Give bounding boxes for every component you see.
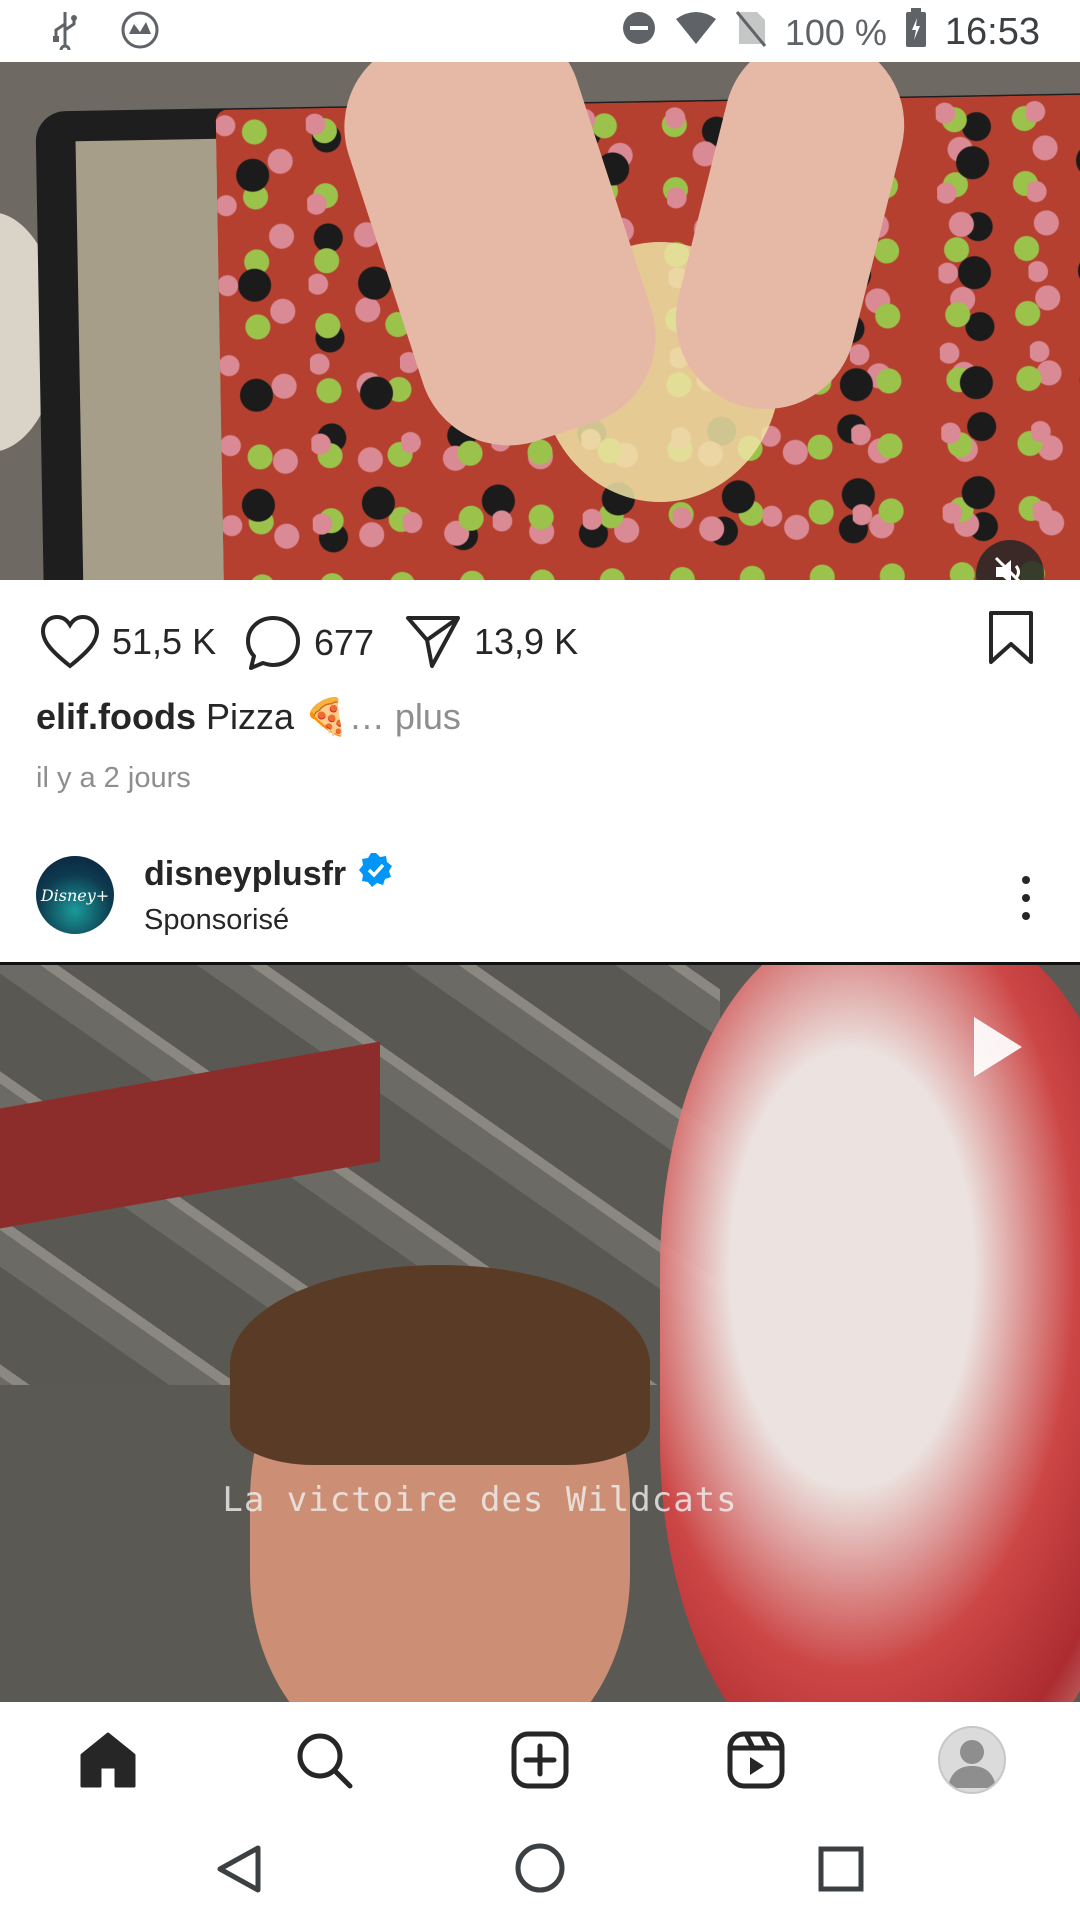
clock: 16:53	[944, 11, 1040, 53]
reels-icon[interactable]	[726, 1730, 786, 1790]
comment-button[interactable]: 677	[244, 614, 374, 672]
share-button[interactable]: 13,9 K	[404, 614, 578, 670]
system-navigation	[0, 1816, 1080, 1920]
avatar-logo-text: Disney+	[40, 885, 110, 905]
video-subtitle: La victoire des Wildcats	[222, 1480, 738, 1520]
dnd-icon	[621, 10, 657, 55]
post-header: Disney+ disneyplusfr Sponsorisé	[0, 840, 1080, 964]
post-caption: elif.foods Pizza 🍕… plus	[36, 696, 461, 738]
recents-icon[interactable]	[818, 1846, 864, 1897]
share-count: 13,9 K	[474, 621, 579, 662]
post-video-sponsored[interactable]: La victoire des Wildcats	[0, 962, 1080, 1702]
speaker-muted-icon	[992, 554, 1028, 580]
post-timestamp: il y a 2 jours	[36, 762, 191, 794]
usb-icon	[50, 10, 80, 56]
like-button[interactable]: 51,5 K	[40, 614, 216, 670]
verified-badge-icon	[358, 852, 394, 897]
home-circle-icon[interactable]	[514, 1842, 566, 1899]
sponsored-label: Sponsorisé	[144, 904, 290, 936]
wifi-icon	[675, 11, 717, 54]
save-button[interactable]	[986, 610, 1036, 671]
comment-icon	[244, 614, 302, 672]
hair	[230, 1265, 650, 1465]
status-bar: 100 % 16:53	[0, 0, 1080, 62]
like-count: 51,5 K	[112, 621, 217, 662]
avatar[interactable]: Disney+	[36, 856, 114, 934]
bottom-navigation	[0, 1702, 1080, 1816]
battery-text: 100 %	[784, 11, 887, 53]
post-username[interactable]: disneyplusfr	[144, 852, 394, 897]
home-icon[interactable]	[78, 1730, 138, 1790]
back-icon[interactable]	[216, 1844, 262, 1899]
more-options-icon[interactable]	[1020, 876, 1032, 920]
post-actions: 51,5 K 677 13,9 K	[0, 580, 1080, 700]
send-icon	[404, 614, 462, 670]
caption-text: Pizza 🍕	[206, 696, 349, 737]
no-sim-icon	[735, 8, 767, 57]
battery-icon	[905, 8, 927, 57]
play-icon[interactable]	[974, 1017, 1022, 1077]
vpn-icon	[120, 10, 160, 55]
more-link[interactable]: … plus	[349, 696, 461, 737]
username-text: disneyplusfr	[144, 855, 347, 893]
create-icon[interactable]	[510, 1730, 570, 1790]
caption-username[interactable]: elif.foods	[36, 696, 196, 737]
post-video-pizza[interactable]	[0, 62, 1080, 580]
comment-count: 677	[314, 622, 375, 663]
heart-icon	[40, 614, 100, 670]
search-icon[interactable]	[294, 1730, 354, 1790]
bookmark-icon	[986, 611, 1036, 670]
profile-avatar[interactable]	[938, 1726, 1006, 1794]
